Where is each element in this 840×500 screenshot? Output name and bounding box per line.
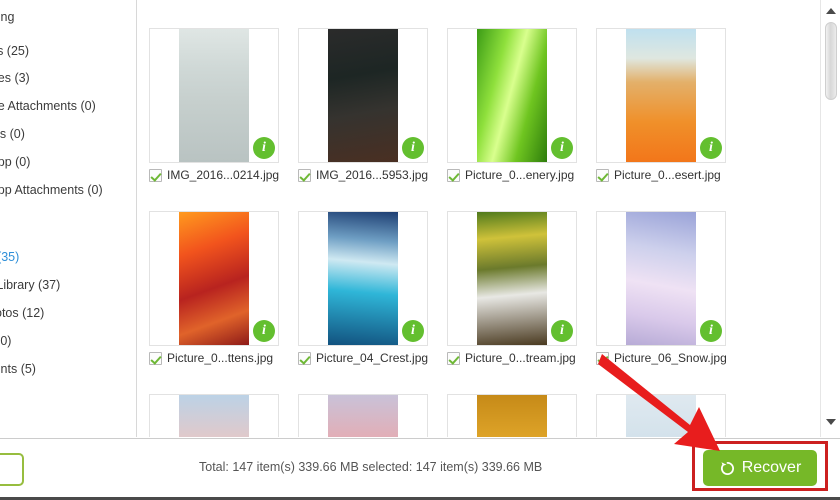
status-summary-text: Total: 147 item(s) 339.66 MB selected: 1… bbox=[199, 460, 543, 474]
file-cell[interactable] bbox=[596, 394, 726, 437]
sidebar-item-1[interactable]: Contacts (25) bbox=[0, 44, 136, 58]
info-icon[interactable] bbox=[551, 320, 573, 342]
file-cell[interactable]: Picture_0...tream.jpg bbox=[447, 211, 577, 365]
thumbnail-image-ocean-wave[interactable] bbox=[328, 212, 398, 345]
file-checkbox[interactable] bbox=[447, 351, 460, 365]
thumbnail-image-desert-dunes[interactable] bbox=[626, 29, 696, 162]
thumbnail-image-forest-stream[interactable] bbox=[477, 212, 547, 345]
info-icon[interactable] bbox=[253, 320, 275, 342]
thumbnail-box[interactable] bbox=[596, 28, 726, 163]
file-checkbox[interactable] bbox=[596, 351, 609, 365]
sidebar-item-6[interactable]: WhatsApp Attachments (0) bbox=[0, 183, 136, 197]
scroll-up-arrow-icon[interactable] bbox=[821, 2, 840, 20]
scrollbar-thumb[interactable] bbox=[825, 22, 837, 100]
file-name-label: Picture_0...enery.jpg bbox=[465, 168, 575, 182]
vertical-scrollbar[interactable] bbox=[820, 0, 840, 437]
file-name-label: IMG_2016...0214.jpg bbox=[167, 168, 279, 182]
sidebar-item-9[interactable]: App Photos (12) bbox=[0, 306, 136, 320]
file-checkbox[interactable] bbox=[149, 168, 162, 182]
sidebar-item-0[interactable]: Messaging bbox=[0, 10, 136, 24]
app-window: Messaging Contacts (25) Messages (3) Messag… bbox=[0, 0, 840, 500]
file-cell[interactable] bbox=[447, 394, 577, 437]
thumbnail-image-snow-mountain[interactable] bbox=[179, 395, 249, 437]
file-checkbox[interactable] bbox=[298, 168, 311, 182]
file-name-label: Picture_0...tream.jpg bbox=[465, 351, 576, 365]
sidebar-item-4[interactable]: Call Logs (0) bbox=[0, 127, 136, 141]
file-checkbox[interactable] bbox=[149, 351, 162, 365]
thumbnail-image-laptop-keyboard[interactable] bbox=[328, 29, 398, 162]
thumbnail-box[interactable] bbox=[298, 28, 428, 163]
restore-icon bbox=[719, 460, 736, 477]
thumbnail-image-bridge-fog[interactable] bbox=[626, 395, 696, 437]
file-checkbox[interactable] bbox=[447, 168, 460, 182]
file-cell[interactable]: Picture_04_Crest.jpg bbox=[298, 211, 428, 365]
sidebar-item-5[interactable]: WhatsApp (0) bbox=[0, 155, 136, 169]
thumbnail-box[interactable] bbox=[149, 28, 279, 163]
file-label-row: Picture_04_Crest.jpg bbox=[298, 351, 428, 365]
thumbnail-box[interactable] bbox=[596, 211, 726, 346]
sidebar-item-7[interactable]: Gallery (35) bbox=[0, 250, 136, 264]
info-icon[interactable] bbox=[551, 137, 573, 159]
thumbnail-image-green-leaf[interactable] bbox=[477, 29, 547, 162]
file-name-label: Picture_0...esert.jpg bbox=[614, 168, 721, 182]
thumbnail-box[interactable] bbox=[596, 394, 726, 437]
file-name-label: Picture_04_Crest.jpg bbox=[316, 351, 428, 365]
file-name-label: Picture_06_Snow.jpg bbox=[614, 351, 726, 365]
info-icon[interactable] bbox=[700, 320, 722, 342]
file-cell[interactable]: IMG_2016...0214.jpg bbox=[149, 28, 279, 182]
info-icon[interactable] bbox=[253, 137, 275, 159]
thumbnail-image-red-canyon[interactable] bbox=[179, 212, 249, 345]
info-icon[interactable] bbox=[402, 320, 424, 342]
scroll-down-arrow-icon[interactable] bbox=[821, 413, 840, 431]
sidebar-item-2[interactable]: Messages (3) bbox=[0, 71, 136, 85]
thumbnail-box[interactable] bbox=[298, 394, 428, 437]
file-label-row: IMG_2016...5953.jpg bbox=[298, 168, 428, 182]
recover-button-label: Recover bbox=[741, 459, 802, 476]
file-cell[interactable]: Picture_0...ttens.jpg bbox=[149, 211, 279, 365]
file-name-label: IMG_2016...5953.jpg bbox=[316, 168, 428, 182]
file-label-row: IMG_2016...0214.jpg bbox=[149, 168, 279, 182]
left-action-button[interactable] bbox=[0, 453, 24, 486]
file-name-label: Picture_0...ttens.jpg bbox=[167, 351, 274, 365]
thumbnail-image-pink-clouds[interactable] bbox=[328, 395, 398, 437]
file-grid-panel[interactable]: IMG_2016...0214.jpg IMG_2016...5953.jpg Pi… bbox=[138, 0, 820, 437]
thumbnail-box[interactable] bbox=[149, 211, 279, 346]
file-cell[interactable] bbox=[298, 394, 428, 437]
thumbnail-box[interactable] bbox=[298, 211, 428, 346]
thumbnail-box[interactable] bbox=[149, 394, 279, 437]
thumbnail-image-office-interior[interactable] bbox=[179, 29, 249, 162]
thumbnail-box[interactable] bbox=[447, 394, 577, 437]
thumbnail-box[interactable] bbox=[447, 211, 577, 346]
recover-button-highlight: Recover bbox=[692, 441, 828, 491]
file-cell[interactable]: Picture_0...enery.jpg bbox=[447, 28, 577, 182]
sidebar-item-8[interactable]: Picture Library (37) bbox=[0, 278, 136, 292]
sidebar-item-10[interactable]: Video (30) bbox=[0, 334, 136, 348]
sidebar: Messaging Contacts (25) Messages (3) Messag… bbox=[0, 0, 137, 437]
thumbnail-image-winter-snow[interactable] bbox=[626, 212, 696, 345]
file-label-row: Picture_06_Snow.jpg bbox=[596, 351, 726, 365]
thumbnail-image-autumn-trees[interactable] bbox=[477, 395, 547, 437]
recover-button[interactable]: Recover bbox=[703, 450, 817, 486]
file-cell[interactable]: IMG_2016...5953.jpg bbox=[298, 28, 428, 182]
file-checkbox[interactable] bbox=[596, 168, 609, 182]
file-label-row: Picture_0...enery.jpg bbox=[447, 168, 577, 182]
sidebar-item-3[interactable]: Message Attachments (0) bbox=[0, 99, 136, 113]
file-label-row: Picture_0...ttens.jpg bbox=[149, 351, 279, 365]
file-cell[interactable] bbox=[149, 394, 279, 437]
sidebar-item-11[interactable]: Documents (5) bbox=[0, 362, 136, 376]
file-checkbox[interactable] bbox=[298, 351, 311, 365]
info-icon[interactable] bbox=[700, 137, 722, 159]
file-cell[interactable]: Picture_06_Snow.jpg bbox=[596, 211, 726, 365]
file-label-row: Picture_0...tream.jpg bbox=[447, 351, 577, 365]
thumbnail-box[interactable] bbox=[447, 28, 577, 163]
file-cell[interactable]: Picture_0...esert.jpg bbox=[596, 28, 726, 182]
file-label-row: Picture_0...esert.jpg bbox=[596, 168, 726, 182]
info-icon[interactable] bbox=[402, 137, 424, 159]
